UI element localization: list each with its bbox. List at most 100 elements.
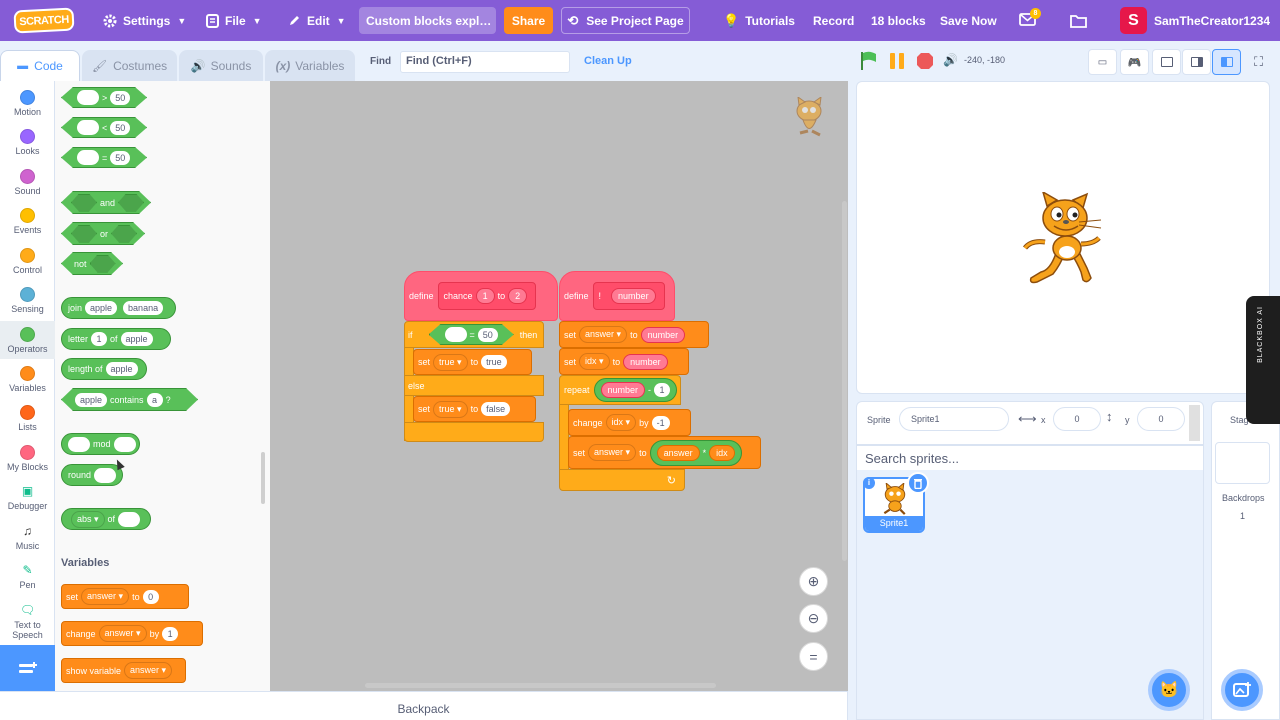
backpack[interactable]: Backpack xyxy=(0,691,848,720)
value-slot[interactable]: false xyxy=(481,402,511,416)
small-stage-button[interactable] xyxy=(1152,49,1181,75)
abs-of-block[interactable]: absof xyxy=(61,508,151,530)
value-slot[interactable]: 0 xyxy=(142,589,159,604)
record-button[interactable]: Record xyxy=(813,0,854,41)
choose-backdrop-button[interactable] xyxy=(1221,669,1263,711)
boolean-slot[interactable] xyxy=(71,194,97,212)
sprite-panel-scrollbar[interactable] xyxy=(1189,405,1200,441)
x-position-input[interactable]: 0 xyxy=(1053,407,1101,431)
boolean-slot[interactable] xyxy=(111,225,137,243)
fullscreen-button[interactable]: ⛶ xyxy=(1244,49,1273,75)
mod-block[interactable]: mod xyxy=(61,433,140,455)
category-control[interactable]: Control xyxy=(0,242,55,280)
my-stuff-button[interactable] xyxy=(1070,0,1087,41)
set-variable-block[interactable]: setanswerto0 xyxy=(61,584,189,609)
boolean-slot[interactable] xyxy=(118,194,144,212)
category-looks[interactable]: Looks xyxy=(0,123,55,161)
set-idx-block[interactable]: setidxtonumber xyxy=(559,348,689,375)
large-stage-button[interactable] xyxy=(1212,49,1241,75)
equals-condition[interactable]: = 50 xyxy=(429,324,514,345)
join-block[interactable]: join apple banana xyxy=(61,297,176,319)
not-block[interactable]: not xyxy=(61,252,123,275)
greater-than-block[interactable]: >50 xyxy=(61,87,147,108)
number-reporter[interactable]: number xyxy=(623,353,668,370)
green-flag-icon[interactable] xyxy=(860,51,878,71)
subtract-reporter[interactable]: number -1 xyxy=(593,378,678,402)
see-project-page-button[interactable]: ⟲ See Project Page xyxy=(561,7,690,34)
category-sound[interactable]: Sound xyxy=(0,163,55,201)
variable-dropdown[interactable]: true xyxy=(433,353,468,371)
value-slot[interactable]: 1 xyxy=(162,626,179,641)
search-sprites-input[interactable]: Search sprites... xyxy=(857,446,1203,470)
number-reporter[interactable]: number xyxy=(600,382,646,398)
operand-slot[interactable] xyxy=(445,327,467,342)
clean-up-button[interactable]: Clean Up xyxy=(584,55,632,67)
normal-stage-button[interactable] xyxy=(1182,49,1211,75)
variable-dropdown[interactable]: answer xyxy=(124,662,173,679)
backdrop-thumbnail[interactable] xyxy=(1215,442,1270,484)
messages-button[interactable]: 8 xyxy=(1019,0,1041,41)
define-chance-block[interactable]: define chance 1 to 2 xyxy=(404,271,558,321)
project-title-input[interactable]: Custom blocks expl… xyxy=(359,7,496,34)
idx-reporter[interactable]: idx xyxy=(709,444,735,461)
and-block[interactable]: and xyxy=(61,191,151,214)
change-variable-block[interactable]: changeanswerby1 xyxy=(61,621,203,646)
operand-slot[interactable]: 50 xyxy=(110,151,130,165)
number-slot[interactable] xyxy=(113,436,136,452)
y-position-input[interactable]: 0 xyxy=(1137,407,1185,431)
find-input[interactable]: Find (Ctrl+F) xyxy=(400,51,570,73)
change-idx-block[interactable]: changeidxby-1 xyxy=(568,409,691,436)
number-slot[interactable] xyxy=(94,467,117,483)
share-button[interactable]: Share xyxy=(504,7,553,34)
number-slot[interactable]: 1 xyxy=(654,383,671,397)
set-false-block[interactable]: settruetofalse xyxy=(413,396,536,422)
tab-costumes[interactable]: 🖌 Costumes xyxy=(82,50,177,81)
equals-block[interactable]: = 50 xyxy=(61,147,147,168)
sprite-info-icon[interactable]: i xyxy=(863,477,875,489)
less-than-block[interactable]: <50 xyxy=(61,117,147,138)
number-reporter[interactable]: number xyxy=(640,326,686,343)
number-slot[interactable] xyxy=(118,511,141,527)
tab-code[interactable]: ▬ Code xyxy=(0,50,80,81)
set-answer-block[interactable]: setanswertonumber xyxy=(559,321,709,348)
add-extension-button[interactable] xyxy=(0,645,55,692)
operand-slot[interactable] xyxy=(77,90,99,105)
text-slot[interactable]: a xyxy=(147,393,163,407)
value-slot[interactable]: true xyxy=(481,355,507,369)
zoom-out-button[interactable]: ⊖ xyxy=(799,604,828,633)
variable-dropdown[interactable]: answer xyxy=(588,444,637,461)
if-then-else-block[interactable]: if = 50 then xyxy=(404,321,544,348)
or-block[interactable]: or xyxy=(61,222,145,245)
tab-sounds[interactable]: 🔊 Sounds xyxy=(179,50,263,81)
boolean-slot[interactable] xyxy=(71,225,97,243)
set-true-block[interactable]: settruetotrue xyxy=(413,349,532,375)
stage-canvas[interactable] xyxy=(856,81,1270,394)
volume-icon[interactable]: 🔊 xyxy=(943,53,958,67)
text-slot[interactable]: apple xyxy=(105,362,138,376)
operand-slot[interactable]: 50 xyxy=(478,328,498,342)
answer-reporter[interactable]: answer xyxy=(656,444,700,461)
category-sensing[interactable]: Sensing xyxy=(0,281,55,319)
text-slot[interactable]: banana xyxy=(123,301,164,315)
category-variables[interactable]: Variables xyxy=(0,360,55,398)
set-answer-multiply-block[interactable]: setanswerto answer*idx xyxy=(568,436,761,469)
operand-slot[interactable] xyxy=(77,120,99,135)
function-dropdown[interactable]: abs xyxy=(71,510,105,528)
settings-menu[interactable]: Settings ▼ xyxy=(103,0,186,41)
category-my-blocks[interactable]: My Blocks xyxy=(0,439,55,477)
variable-dropdown[interactable]: true xyxy=(433,400,468,418)
operand-slot[interactable]: 50 xyxy=(110,121,130,135)
number-slot[interactable]: -1 xyxy=(651,415,670,430)
text-slot[interactable]: apple xyxy=(85,301,118,315)
number-slot[interactable]: 1 xyxy=(91,332,108,346)
terminal-button[interactable]: ▭ xyxy=(1088,49,1117,75)
show-variable-block[interactable]: show variable answer xyxy=(61,658,186,683)
gamepad-button[interactable]: 🎮 xyxy=(1120,49,1149,75)
tab-variables[interactable]: (x) Variables xyxy=(265,50,355,81)
category-lists[interactable]: Lists xyxy=(0,399,55,437)
workspace-v-scrollbar[interactable] xyxy=(842,201,847,561)
operand-slot[interactable] xyxy=(77,150,99,165)
delete-sprite-button[interactable] xyxy=(907,472,929,494)
repeat-block[interactable]: repeat number -1 xyxy=(559,375,681,405)
define-exclaim-block[interactable]: define ! number xyxy=(559,271,675,321)
